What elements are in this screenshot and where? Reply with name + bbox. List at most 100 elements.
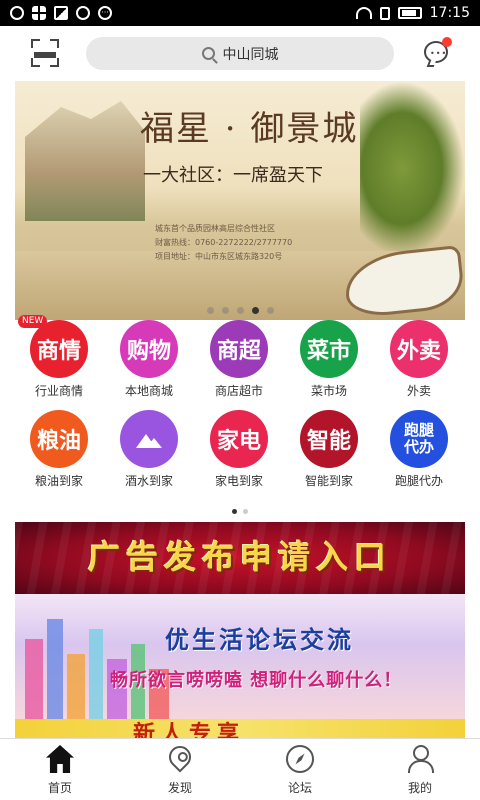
nav-discover[interactable]: 发现 <box>120 739 240 800</box>
category-item-smart-home[interactable]: 智能 智能到家 <box>284 410 374 489</box>
category-item-appliances[interactable]: 家电 家电到家 <box>194 410 284 489</box>
notification-badge <box>442 37 452 47</box>
nav-label: 论坛 <box>287 781 312 795</box>
banner-subtitle: 一大社区：一席盈天下 <box>143 165 323 186</box>
user-icon <box>406 745 434 773</box>
page-dot[interactable] <box>236 307 244 314</box>
category-item-supermarket[interactable]: 商超 商店超市 <box>194 320 284 399</box>
chat-bubble-icon <box>426 60 437 67</box>
category-label: 行业商情 <box>34 384 83 398</box>
scan-corner <box>31 58 40 67</box>
category-icon-text: 粮油 <box>36 429 81 454</box>
category-label: 跑腿代办 <box>394 474 443 488</box>
new-user-banner[interactable]: 新人专享 <box>15 719 465 738</box>
more-dots-icon: ··· <box>98 6 112 20</box>
category-item-drinks[interactable]: 酒水到家 <box>104 410 194 489</box>
category-label: 家电到家 <box>214 474 263 488</box>
banner-line-3: 项目地址：中山市东区城东路320号 <box>155 252 283 261</box>
trees-image <box>360 81 465 256</box>
category-item-industry-news[interactable]: NEW 商情 行业商情 <box>14 315 104 399</box>
category-item-vegetable-market[interactable]: 菜市 菜市场 <box>284 320 374 399</box>
grid-app-icon <box>32 6 46 20</box>
category-label: 外卖 <box>406 384 431 398</box>
category-icon-text: 商情 <box>36 339 81 364</box>
ad-apply-banner[interactable]: 广告发布申请入口 <box>15 522 465 594</box>
forum-banner[interactable]: 优生活论坛交流 畅所欲言唠唠嗑 想聊什么聊什么！ <box>15 594 465 719</box>
villa-image <box>25 101 145 221</box>
category-icon: 家电 <box>210 410 268 468</box>
banner-line-2: 财富热线：0760-2272222/2777770 <box>155 238 293 247</box>
forum-banner-subtitle: 畅所欲言唠唠嗑 想聊什么聊什么！ <box>110 670 403 691</box>
search-text: 中山同城 <box>222 46 279 63</box>
home-icon <box>46 745 74 773</box>
sim-card-icon <box>379 6 390 20</box>
category-icon: 外卖 <box>390 320 448 378</box>
location-pin-icon <box>164 741 196 773</box>
category-icon-text: 购物 <box>126 339 171 364</box>
category-label: 粮油到家 <box>34 474 83 488</box>
scan-corner <box>50 39 59 48</box>
category-icon-text: 商超 <box>216 339 261 364</box>
battery-icon <box>397 7 422 19</box>
category-icon: 购物 <box>120 320 178 378</box>
scan-corner <box>31 39 40 48</box>
banner-pagination <box>15 307 465 314</box>
category-icon-text: 智能 <box>306 429 351 454</box>
ad-apply-text: 广告发布申请入口 <box>87 538 392 576</box>
category-item-local-mall[interactable]: 购物 本地商城 <box>104 320 194 399</box>
category-item-grain-oil[interactable]: 粮油 粮油到家 <box>14 410 104 489</box>
new-badge: NEW <box>18 315 48 328</box>
category-icon: 菜市 <box>300 320 358 378</box>
category-pagination <box>0 509 480 514</box>
category-icon-text: 家电 <box>216 429 261 454</box>
compass-icon <box>286 745 314 773</box>
wifi-icon <box>355 7 372 19</box>
category-icon: 商超 <box>210 320 268 378</box>
category-item-takeout[interactable]: 外卖 外卖 <box>374 320 464 399</box>
search-input[interactable]: 中山同城 <box>86 37 394 70</box>
q-app-icon <box>10 6 24 20</box>
bottom-nav: 首页 发现 论坛 我的 <box>0 738 480 800</box>
page-dot[interactable] <box>266 307 274 314</box>
chat-dots: ••• <box>430 49 448 58</box>
banner-title: 福星 · 御景城 <box>140 109 359 149</box>
nav-label: 首页 <box>47 781 72 795</box>
new-user-banner-text: 新人专享 <box>133 722 246 738</box>
category-icon: 智能 <box>300 410 358 468</box>
scan-icon <box>34 52 56 58</box>
nav-mine[interactable]: 我的 <box>360 739 480 800</box>
app-header: 中山同城 ••• <box>0 26 480 81</box>
image-app-icon <box>54 6 68 20</box>
nav-forum[interactable]: 论坛 <box>240 739 360 800</box>
search-icon <box>201 47 215 60</box>
forum-banner-title: 优生活论坛交流 <box>165 626 354 654</box>
scan-corner <box>50 58 59 67</box>
page-dot[interactable] <box>243 509 248 514</box>
banner-line-1: 城东首个品质园林高层综合性社区 <box>155 224 275 233</box>
page-dot[interactable] <box>221 307 229 314</box>
category-icon: 粮油 <box>30 410 88 468</box>
banner-carousel[interactable]: 福星 · 御景城 一大社区：一席盈天下 城东首个品质园林高层综合性社区 财富热线… <box>15 81 465 320</box>
page-dot-active[interactable] <box>251 307 259 314</box>
category-icon-text: 外卖 <box>396 339 441 364</box>
category-icon <box>120 410 178 468</box>
category-icon-text: 跑腿代办 <box>403 421 434 456</box>
category-icon: NEW 商情 <box>18 315 88 378</box>
category-icon-text: 菜市 <box>306 339 351 364</box>
category-item-errands[interactable]: 跑腿代办 跑腿代办 <box>374 410 464 489</box>
category-label: 商店超市 <box>214 384 263 398</box>
image-icon <box>136 430 162 448</box>
nav-label: 我的 <box>407 781 432 795</box>
page-dot-active[interactable] <box>232 509 237 514</box>
nav-home[interactable]: 首页 <box>0 739 120 800</box>
scan-button[interactable] <box>31 39 59 67</box>
status-time: 17:15 <box>429 5 470 21</box>
category-label: 智能到家 <box>304 474 353 488</box>
globe-icon <box>76 6 90 20</box>
page-dot[interactable] <box>206 307 214 314</box>
status-bar: ··· 17:15 <box>0 0 480 26</box>
category-icon: 跑腿代办 <box>390 410 448 468</box>
message-button[interactable]: ••• <box>424 37 452 67</box>
city-illustration <box>15 599 185 719</box>
nav-label: 发现 <box>167 781 192 795</box>
